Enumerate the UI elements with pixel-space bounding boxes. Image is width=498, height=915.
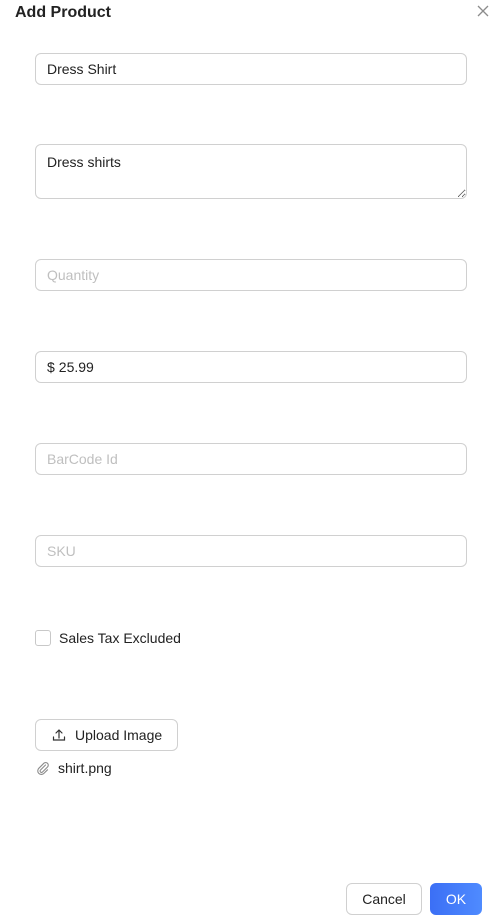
dialog-title: Add Product xyxy=(15,4,111,21)
paperclip-icon xyxy=(37,762,49,775)
currency-prefix: $ xyxy=(47,359,55,375)
upload-image-label: Upload Image xyxy=(75,727,163,743)
sales-tax-row[interactable]: Sales Tax Excluded xyxy=(35,630,181,646)
sales-tax-checkbox[interactable] xyxy=(35,630,51,646)
upload-image-button[interactable]: Upload Image xyxy=(35,719,178,751)
barcode-input[interactable] xyxy=(35,443,467,475)
close-icon[interactable] xyxy=(474,2,492,20)
sales-tax-label[interactable]: Sales Tax Excluded xyxy=(59,630,181,646)
uploaded-file-item[interactable]: shirt.png xyxy=(35,760,112,776)
uploaded-file-name[interactable]: shirt.png xyxy=(58,760,112,776)
upload-icon xyxy=(52,729,66,741)
price-input[interactable] xyxy=(58,359,455,375)
sku-input[interactable] xyxy=(35,535,467,567)
price-field[interactable]: $ xyxy=(35,351,467,383)
add-product-dialog: Add Product Dress shirts $ Sales Tax Exc… xyxy=(0,0,498,915)
ok-button[interactable]: OK xyxy=(430,883,482,915)
quantity-input[interactable] xyxy=(35,259,467,291)
cancel-button[interactable]: Cancel xyxy=(346,883,422,915)
description-textarea[interactable]: Dress shirts xyxy=(35,144,467,199)
product-name-input[interactable] xyxy=(35,53,467,85)
